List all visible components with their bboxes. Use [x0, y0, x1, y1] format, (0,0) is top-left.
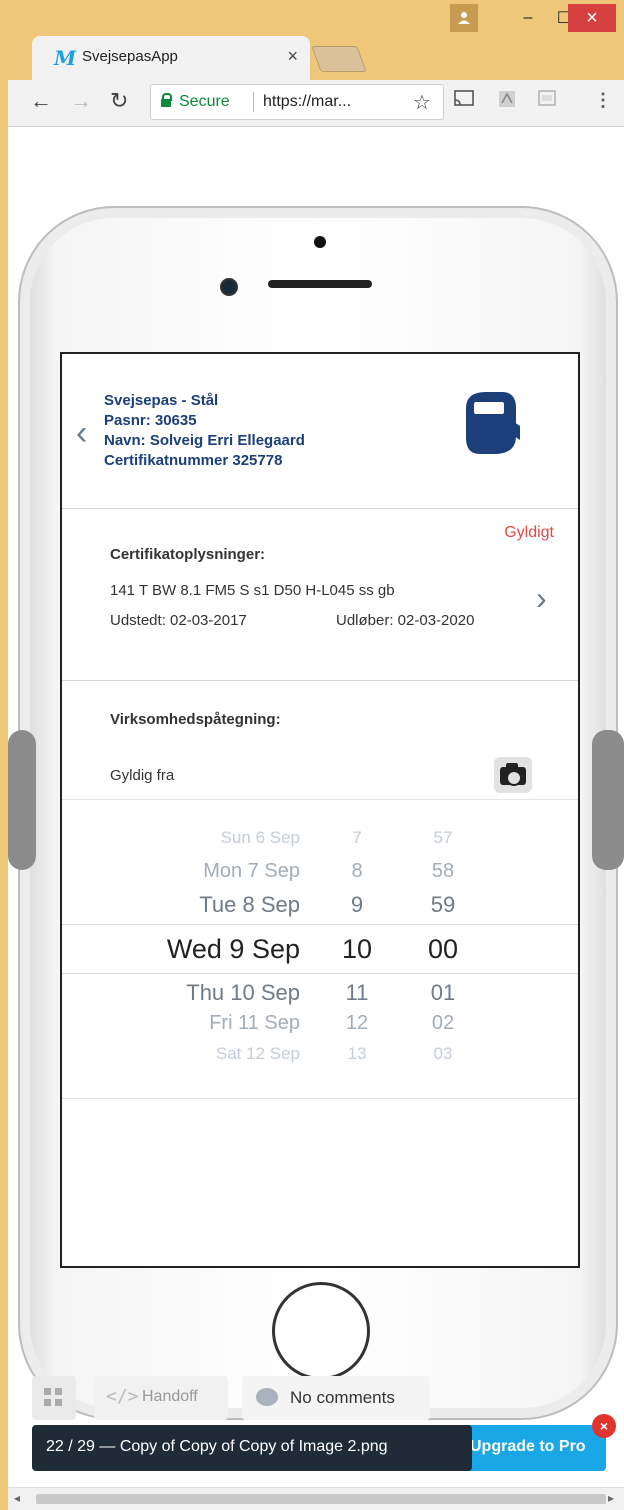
new-tab-button[interactable]: [311, 46, 367, 72]
close-badge-icon[interactable]: ×: [592, 1414, 616, 1438]
picker-date: Thu 10 Sep: [186, 980, 300, 1005]
next-screen-button[interactable]: [592, 730, 624, 870]
picker-row[interactable]: Mon 7 Sep 8 58: [62, 860, 578, 896]
expiry-date: Udløber: 02-03-2020: [336, 612, 475, 629]
picker-minute: 59: [430, 892, 456, 917]
camera-button[interactable]: [494, 757, 532, 793]
picker-date: Sat 12 Sep: [215, 1044, 300, 1063]
lock-icon: [161, 93, 172, 107]
url-text[interactable]: https://mar...: [263, 93, 351, 111]
picker-row[interactable]: Thu 10 Sep 11 01: [62, 980, 578, 1016]
bookmark-star-icon[interactable]: ☆: [413, 90, 431, 115]
pass-number: Pasnr: 30635: [104, 412, 197, 429]
comments-button[interactable]: No comments: [242, 1376, 430, 1420]
upgrade-to-pro-button[interactable]: Upgrade to Pro: [464, 1425, 606, 1471]
upgrade-label: Upgrade to Pro: [470, 1438, 586, 1455]
browser-toolbar: ← → ↻ Secure https://mar... ☆ ⋮: [8, 80, 624, 127]
pass-title: Svejsepas - Stål: [104, 392, 219, 409]
picker-date: Mon 7 Sep: [203, 860, 300, 882]
picker-date: Tue 8 Sep: [199, 892, 300, 917]
menu-kebab-icon[interactable]: ⋮: [594, 90, 612, 111]
pass-holder-name: Navn: Solveig Erri Ellegaard: [104, 432, 305, 449]
endorsement-title: Virksomhedspåtegning:: [110, 711, 281, 728]
picker-minute: 58: [431, 860, 455, 882]
picker-hour: 8: [351, 860, 363, 882]
address-separator: [253, 92, 254, 112]
picker-minute: 02: [431, 1012, 455, 1034]
tab-close-icon[interactable]: ×: [287, 46, 298, 67]
picker-row[interactable]: Tue 8 Sep 9 59: [62, 892, 578, 928]
certificate-number: Certifikatnummer 325778: [104, 452, 283, 469]
picker-row-selected[interactable]: Wed 9 Sep 10 00: [62, 934, 578, 970]
title-bar: M SvejsepasApp × – ☐ ×: [0, 0, 624, 80]
back-chevron-icon[interactable]: ‹: [76, 414, 87, 453]
picker-row[interactable]: Sun 6 Sep 7 57: [62, 828, 578, 864]
certificate-info-title: Certifikatoplysninger:: [110, 546, 266, 563]
comment-bubble-icon: [256, 1388, 278, 1406]
picker-hour: 10: [341, 934, 373, 964]
app-screen: ‹ Svejsepas - Stål Pasnr: 30635 Navn: So…: [60, 352, 580, 1268]
back-arrow-icon[interactable]: ←: [30, 88, 52, 114]
file-info-badge: 22 / 29 — Copy of Copy of Copy of Image …: [32, 1425, 472, 1471]
user-profile-icon[interactable]: [450, 4, 478, 32]
file-info-text: 22 / 29 — Copy of Copy of Copy of Image …: [46, 1438, 388, 1455]
handoff-button[interactable]: </> Handoff: [94, 1376, 228, 1420]
status-badge: Gyldigt: [504, 524, 554, 541]
minimize-button[interactable]: –: [508, 4, 548, 32]
picker-date: Sun 6 Sep: [220, 828, 300, 847]
chevron-right-icon[interactable]: ›: [536, 580, 547, 617]
viewer-bottom-bar: </> Handoff No comments: [32, 1376, 432, 1420]
picker-minute: 57: [433, 828, 453, 847]
tab-title: SvejsepasApp: [82, 48, 178, 65]
picker-date: Wed 9 Sep: [166, 934, 300, 964]
picker-date: Fri 11 Sep: [209, 1012, 300, 1034]
picker-hour: 11: [345, 980, 369, 1005]
certificate-code: 141 T BW 8.1 FM5 S s1 D50 H-L045 ss gb: [110, 582, 395, 599]
scroll-left-icon[interactable]: ◂: [14, 1491, 20, 1505]
issued-date: Udstedt: 02-03-2017: [110, 612, 247, 629]
handoff-label: Handoff: [142, 1388, 198, 1405]
tab-svejsepasapp[interactable]: M SvejsepasApp ×: [32, 36, 310, 80]
valid-from-label: Gyldig fra: [110, 767, 175, 784]
phone-camera: [220, 278, 238, 296]
welding-helmet-icon: [466, 392, 520, 454]
code-icon: </>: [106, 1386, 139, 1407]
reload-icon[interactable]: ↻: [110, 88, 128, 114]
certificate-section[interactable]: Gyldigt Certifikatoplysninger: 141 T BW …: [62, 510, 578, 681]
picker-hour: 13: [347, 1044, 367, 1063]
pdf-extension-icon[interactable]: [498, 90, 516, 113]
secure-label: Secure: [179, 93, 230, 110]
picker-minute: 00: [427, 934, 459, 964]
phone-speaker: [268, 280, 372, 288]
phone-home-button: [272, 1282, 370, 1380]
previous-screen-button[interactable]: [8, 730, 36, 870]
forward-arrow-icon[interactable]: →: [70, 88, 92, 114]
scroll-right-icon[interactable]: ▸: [608, 1491, 614, 1505]
picker-minute: 03: [433, 1044, 453, 1063]
grid-view-button[interactable]: [32, 1376, 76, 1420]
picker-hour: 12: [345, 1012, 369, 1034]
scrollbar-thumb[interactable]: [36, 1494, 606, 1504]
endorsement-section: Virksomhedspåtegning: Gyldig fra: [62, 681, 578, 800]
window-frame: [0, 0, 8, 1510]
grid-icon: [44, 1388, 51, 1395]
close-window-button[interactable]: ×: [568, 4, 616, 32]
horizontal-scrollbar[interactable]: ◂ ▸: [8, 1487, 624, 1510]
phone-sensor: [314, 236, 326, 248]
address-bar[interactable]: Secure https://mar... ☆: [150, 84, 444, 120]
picker-minute: 01: [430, 980, 456, 1005]
app-logo-icon: M: [54, 46, 77, 70]
picker-row[interactable]: Fri 11 Sep 12 02: [62, 1012, 578, 1048]
extension-icon[interactable]: [538, 90, 556, 111]
picker-hour: 9: [350, 892, 364, 917]
cast-icon[interactable]: [454, 90, 474, 113]
app-header: ‹ Svejsepas - Stål Pasnr: 30635 Navn: So…: [62, 354, 578, 509]
comments-label: No comments: [290, 1388, 395, 1407]
picker-hour: 7: [352, 828, 362, 847]
picker-row[interactable]: Sat 12 Sep 13 03: [62, 1044, 578, 1080]
